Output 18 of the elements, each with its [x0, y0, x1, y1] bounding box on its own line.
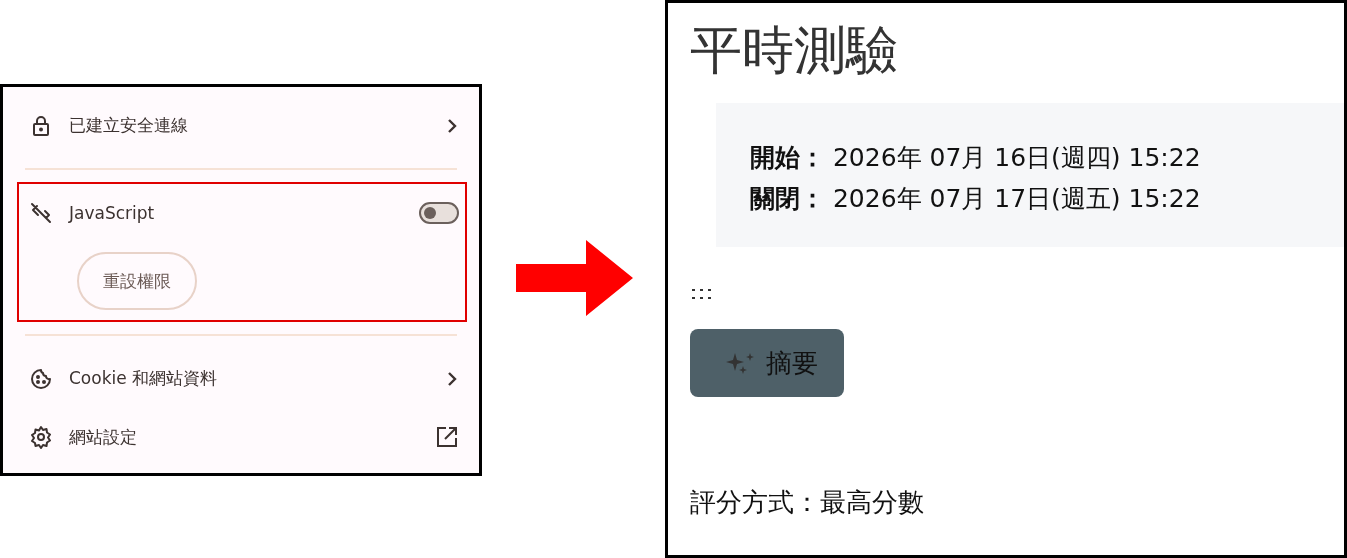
code-off-icon [29, 201, 53, 226]
external-link-icon [435, 425, 459, 450]
settings-icon [29, 425, 53, 450]
menu-item-label[interactable]: 網站設定 [69, 425, 419, 449]
menu-item-label[interactable]: Cookie 和網站資料 [69, 367, 429, 391]
cookie-icon [29, 366, 53, 391]
chevron-right-icon [445, 116, 459, 135]
chevron-right-icon [445, 369, 459, 388]
toggle-switch[interactable] [419, 202, 459, 225]
grading-method: 評分方式：最高分數 [690, 486, 925, 519]
drag-handle-icon [690, 287, 712, 299]
reset-permissions-button[interactable]: 重設權限 [77, 252, 197, 311]
menu-item-label[interactable]: 已建立安全連線 [69, 114, 429, 138]
arrow-icon [516, 240, 633, 316]
schedule-line: 關閉： 2026年 07月 17日(週五) 15:22 [750, 183, 1202, 215]
schedule-line: 開始： 2026年 07月 16日(週四) 15:22 [750, 142, 1202, 174]
permission-label: JavaScript [69, 203, 156, 224]
page-title: 平時測驗 [690, 19, 899, 82]
